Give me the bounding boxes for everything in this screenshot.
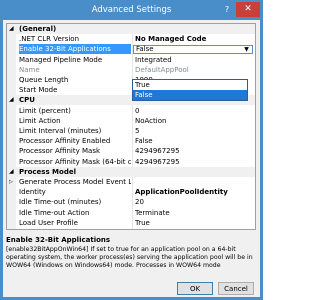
property-value[interactable]: Terminate: [135, 208, 255, 218]
collapse-toggle-icon[interactable]: ◢: [9, 167, 17, 177]
help-button[interactable]: ?: [219, 3, 235, 16]
chevron-down-icon[interactable]: ▼: [242, 46, 251, 54]
property-name: Processor Affinity Mask: [19, 147, 101, 156]
property-row[interactable]: Identity ApplicationPoolIdentity: [7, 187, 255, 197]
property-row[interactable]: Limit Action NoAction: [7, 116, 255, 126]
property-name: Processor Affinity Enabled: [19, 137, 111, 146]
property-name: Managed Pipeline Mode: [19, 55, 103, 64]
property-row[interactable]: Limit (percent) 0: [7, 106, 255, 116]
ok-button[interactable]: OK: [177, 282, 213, 295]
property-row[interactable]: Name DefaultAppPool: [7, 65, 255, 75]
property-name: Processor Affinity Mask (64-bit c: [19, 157, 131, 166]
value-dropdown[interactable]: False ▼: [133, 45, 253, 55]
property-name: Idle Time-out (minutes): [19, 198, 102, 207]
property-grid[interactable]: True False ◢ (General) .NET CLR Version No …: [6, 23, 256, 230]
property-name: Limit Action: [19, 116, 61, 125]
title-bar[interactable]: Advanced Settings ? ✕: [0, 0, 263, 20]
property-row[interactable]: .NET CLR Version No Managed Code: [7, 34, 255, 44]
dialog-body: True False ◢ (General) .NET CLR Version No …: [3, 20, 260, 297]
dropdown-option-true[interactable]: True: [133, 80, 247, 90]
category-row[interactable]: ◢ Process Model: [7, 166, 255, 177]
property-name: .NET CLR Version: [19, 35, 80, 44]
property-value[interactable]: ApplicationPoolIdentity: [135, 187, 255, 197]
property-value[interactable]: 4294967295: [135, 146, 255, 156]
property-row[interactable]: Processor Affinity Enabled False: [7, 136, 255, 146]
description-panel: Enable 32-Bit Applications [enable32BitA…: [6, 236, 256, 276]
property-name: Start Mode: [19, 86, 58, 95]
property-value[interactable]: 20: [135, 197, 255, 207]
property-name: Load User Profile: [19, 218, 78, 227]
description-title: Enable 32-Bit Applications: [6, 236, 111, 244]
property-value[interactable]: No Managed Code: [135, 34, 255, 44]
dropdown-option-false[interactable]: False: [133, 90, 247, 100]
property-value[interactable]: NoAction: [135, 116, 255, 126]
property-name: Limit (percent): [19, 106, 71, 115]
property-value[interactable]: DefaultAppPool: [135, 65, 255, 75]
property-value[interactable]: 5: [135, 126, 255, 136]
property-row[interactable]: Limit Interval (minutes) 5: [7, 126, 255, 136]
description-text: [enable32BitAppOnWin64] If set to true f…: [6, 246, 253, 269]
property-value[interactable]: True: [135, 218, 255, 228]
property-name: (General): [19, 25, 57, 33]
expand-toggle-icon[interactable]: ▷: [9, 177, 13, 187]
property-row[interactable]: Processor Affinity Mask 4294967295: [7, 146, 255, 156]
property-row[interactable]: Enable 32-Bit Applications False ▼: [7, 44, 255, 55]
collapse-toggle-icon[interactable]: ◢: [9, 95, 17, 105]
property-row[interactable]: ▷ Generate Process Model Event L: [7, 177, 255, 187]
property-name: Name: [19, 65, 40, 74]
advanced-settings-window: Advanced Settings ? ✕ True False ◢ (Gener…: [0, 0, 263, 300]
property-row[interactable]: Idle Time-out Action Terminate: [7, 208, 255, 218]
property-name: Queue Length: [19, 76, 69, 84]
close-button[interactable]: ✕: [236, 2, 260, 17]
property-name: Generate Process Model Event L: [19, 178, 131, 186]
property-value[interactable]: Integrated: [135, 55, 255, 65]
property-name: CPU: [19, 96, 35, 105]
category-row[interactable]: ◢ (General): [7, 24, 255, 34]
property-row[interactable]: Managed Pipeline Mode Integrated: [7, 55, 255, 65]
property-name: Process Model: [19, 167, 76, 176]
dropdown-current-value: False: [136, 45, 154, 54]
property-value[interactable]: 0: [135, 106, 255, 116]
property-name: Limit Interval (minutes): [19, 127, 102, 135]
property-value[interactable]: False: [135, 136, 255, 146]
cancel-button[interactable]: Cancel: [218, 282, 254, 295]
property-value[interactable]: 4294967295: [135, 157, 255, 167]
collapse-toggle-icon[interactable]: ◢: [9, 24, 17, 34]
property-row[interactable]: Idle Time-out (minutes) 20: [7, 197, 255, 207]
property-name: Identity: [19, 188, 46, 197]
dropdown-list[interactable]: True False: [132, 79, 248, 101]
property-name: Enable 32-Bit Applications: [19, 44, 131, 55]
property-row[interactable]: Processor Affinity Mask (64-bit c 4294967…: [7, 157, 255, 167]
property-name: Idle Time-out Action: [19, 208, 90, 217]
property-row[interactable]: Load User Profile True: [7, 218, 255, 228]
